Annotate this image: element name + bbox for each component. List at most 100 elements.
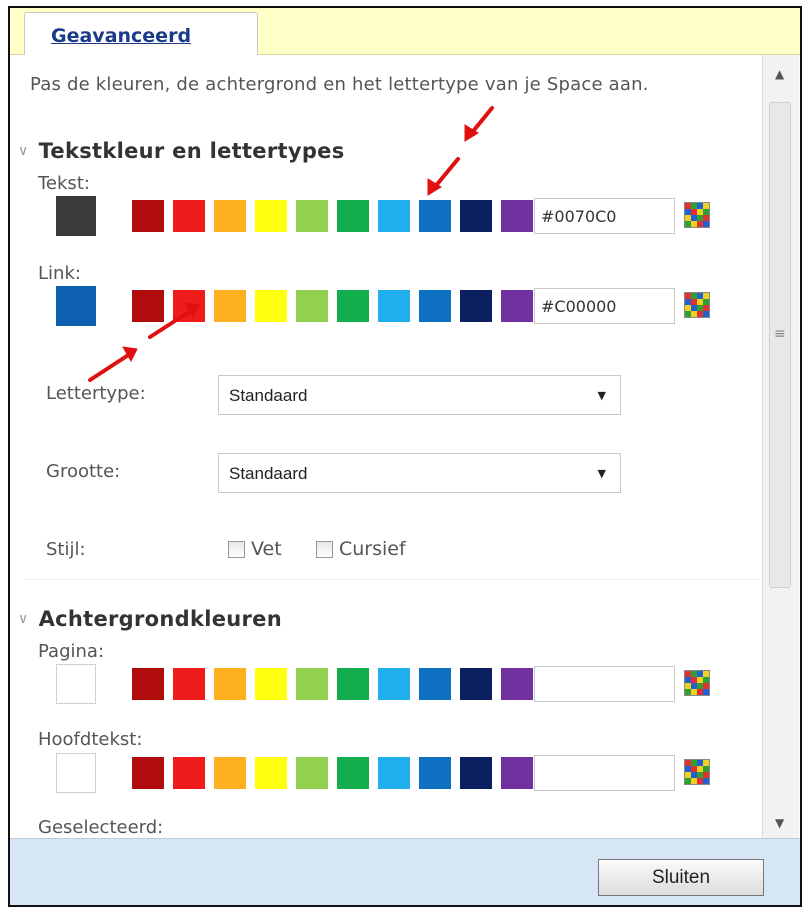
style-label: Stijl:	[46, 539, 86, 560]
color-swatch[interactable]	[173, 200, 205, 232]
tab-bar: Geavanceerd	[10, 8, 800, 55]
color-swatch[interactable]	[378, 668, 410, 700]
hoofdtekst-label: Hoofdtekst:	[38, 729, 143, 750]
color-swatch[interactable]	[419, 290, 451, 322]
color-swatch[interactable]	[419, 757, 451, 789]
color-swatch[interactable]	[173, 290, 205, 322]
arrowhead	[464, 124, 479, 142]
color-swatch[interactable]	[255, 200, 287, 232]
color-swatch[interactable]	[255, 290, 287, 322]
settings-dialog: Geavanceerd Pas de kleuren, de achtergro…	[8, 6, 802, 907]
color-swatch[interactable]	[214, 290, 246, 322]
scroll-down-arrow-icon[interactable]: ▼	[775, 816, 784, 830]
color-swatch[interactable]	[173, 668, 205, 700]
color-swatch[interactable]	[214, 668, 246, 700]
vertical-scrollbar[interactable]: ▲ ≡ ▼	[762, 55, 799, 838]
dialog-footer: Sluiten	[10, 838, 800, 905]
font-select-value: Standaard	[229, 386, 308, 405]
tekst-color-row: #0070C0	[10, 196, 762, 240]
color-swatch[interactable]	[173, 757, 205, 789]
annotation-arrow	[468, 106, 494, 137]
color-swatch[interactable]	[214, 757, 246, 789]
size-select[interactable]: Standaard ▼	[218, 453, 621, 493]
color-swatch[interactable]	[337, 757, 369, 789]
color-swatch[interactable]	[296, 290, 328, 322]
color-swatch[interactable]	[460, 757, 492, 789]
tab-label: Geavanceerd	[51, 25, 192, 47]
color-grid-icon[interactable]	[684, 670, 710, 696]
grip-icon: ≡	[774, 326, 786, 342]
font-select[interactable]: Standaard ▼	[218, 375, 621, 415]
color-grid-icon[interactable]	[684, 292, 710, 318]
dropdown-arrow-icon: ▼	[597, 389, 606, 402]
tekst-current-color-swatch[interactable]	[56, 196, 96, 236]
hoofdtekst-color-row	[10, 753, 762, 797]
size-select-value: Standaard	[229, 464, 308, 483]
italic-checkbox[interactable]: Cursief	[316, 538, 406, 560]
size-label: Grootte:	[46, 461, 121, 482]
color-swatch[interactable]	[501, 200, 533, 232]
bold-label: Vet	[251, 538, 282, 560]
pagina-current-color-swatch[interactable]	[56, 664, 96, 704]
annotation-arrow	[88, 352, 132, 382]
description-text: Pas de kleuren, de achtergrond en het le…	[30, 74, 649, 95]
color-swatch[interactable]	[419, 668, 451, 700]
color-swatch[interactable]	[132, 757, 164, 789]
content-pane: Pas de kleuren, de achtergrond en het le…	[10, 55, 762, 838]
color-grid-icon[interactable]	[684, 759, 710, 785]
color-swatch[interactable]	[501, 757, 533, 789]
scrollbar-thumb[interactable]: ≡	[769, 102, 791, 588]
hoofdtekst-current-color-swatch[interactable]	[56, 753, 96, 793]
section-header-text[interactable]: ∨ Tekstkleur en lettertypes	[18, 139, 345, 163]
color-swatch[interactable]	[214, 200, 246, 232]
link-hex-input[interactable]: #C00000	[534, 288, 675, 324]
color-swatch[interactable]	[132, 290, 164, 322]
color-swatch[interactable]	[337, 200, 369, 232]
color-swatch[interactable]	[296, 200, 328, 232]
section-title: Tekstkleur en lettertypes	[38, 139, 345, 163]
checkbox-box[interactable]	[228, 540, 245, 558]
color-swatch[interactable]	[132, 668, 164, 700]
section-header-background[interactable]: ∨ Achtergrondkleuren	[18, 607, 282, 631]
italic-label: Cursief	[339, 538, 406, 560]
color-swatch[interactable]	[419, 200, 451, 232]
color-swatch[interactable]	[296, 668, 328, 700]
section-title: Achtergrondkleuren	[38, 607, 282, 631]
color-swatch[interactable]	[460, 668, 492, 700]
color-swatch[interactable]	[460, 200, 492, 232]
color-swatch[interactable]	[255, 668, 287, 700]
color-swatch[interactable]	[337, 668, 369, 700]
dropdown-arrow-icon: ▼	[597, 467, 606, 480]
color-swatch[interactable]	[255, 757, 287, 789]
color-swatch[interactable]	[378, 200, 410, 232]
color-swatch[interactable]	[460, 290, 492, 322]
pagina-label: Pagina:	[38, 641, 105, 662]
icon-cell	[703, 311, 709, 317]
geselecteerd-label: Geselecteerd:	[38, 817, 164, 838]
pagina-hex-input[interactable]	[534, 666, 675, 702]
color-swatch[interactable]	[337, 290, 369, 322]
color-swatch[interactable]	[501, 290, 533, 322]
checkbox-box[interactable]	[316, 540, 333, 558]
scroll-up-arrow-icon[interactable]: ▲	[775, 67, 784, 81]
hoofdtekst-hex-input[interactable]	[534, 755, 675, 791]
close-button[interactable]: Sluiten	[598, 859, 764, 896]
color-swatch[interactable]	[378, 290, 410, 322]
arrowhead	[122, 346, 138, 363]
bold-checkbox[interactable]: Vet	[228, 538, 282, 560]
annotation-arrows	[88, 106, 494, 382]
color-grid-icon[interactable]	[684, 202, 710, 228]
link-current-color-swatch[interactable]	[56, 286, 96, 326]
color-swatch[interactable]	[501, 668, 533, 700]
color-swatch[interactable]	[378, 757, 410, 789]
color-swatch[interactable]	[132, 200, 164, 232]
tekst-hex-input[interactable]: #0070C0	[534, 198, 675, 234]
font-label: Lettertype:	[46, 383, 146, 404]
tab-geavanceerd[interactable]: Geavanceerd	[24, 12, 258, 55]
chevron-down-icon: ∨	[18, 143, 29, 159]
arrowhead	[427, 178, 442, 196]
icon-cell	[703, 221, 709, 227]
color-swatch[interactable]	[296, 757, 328, 789]
link-label: Link:	[38, 263, 81, 284]
pagina-color-row	[10, 664, 762, 708]
